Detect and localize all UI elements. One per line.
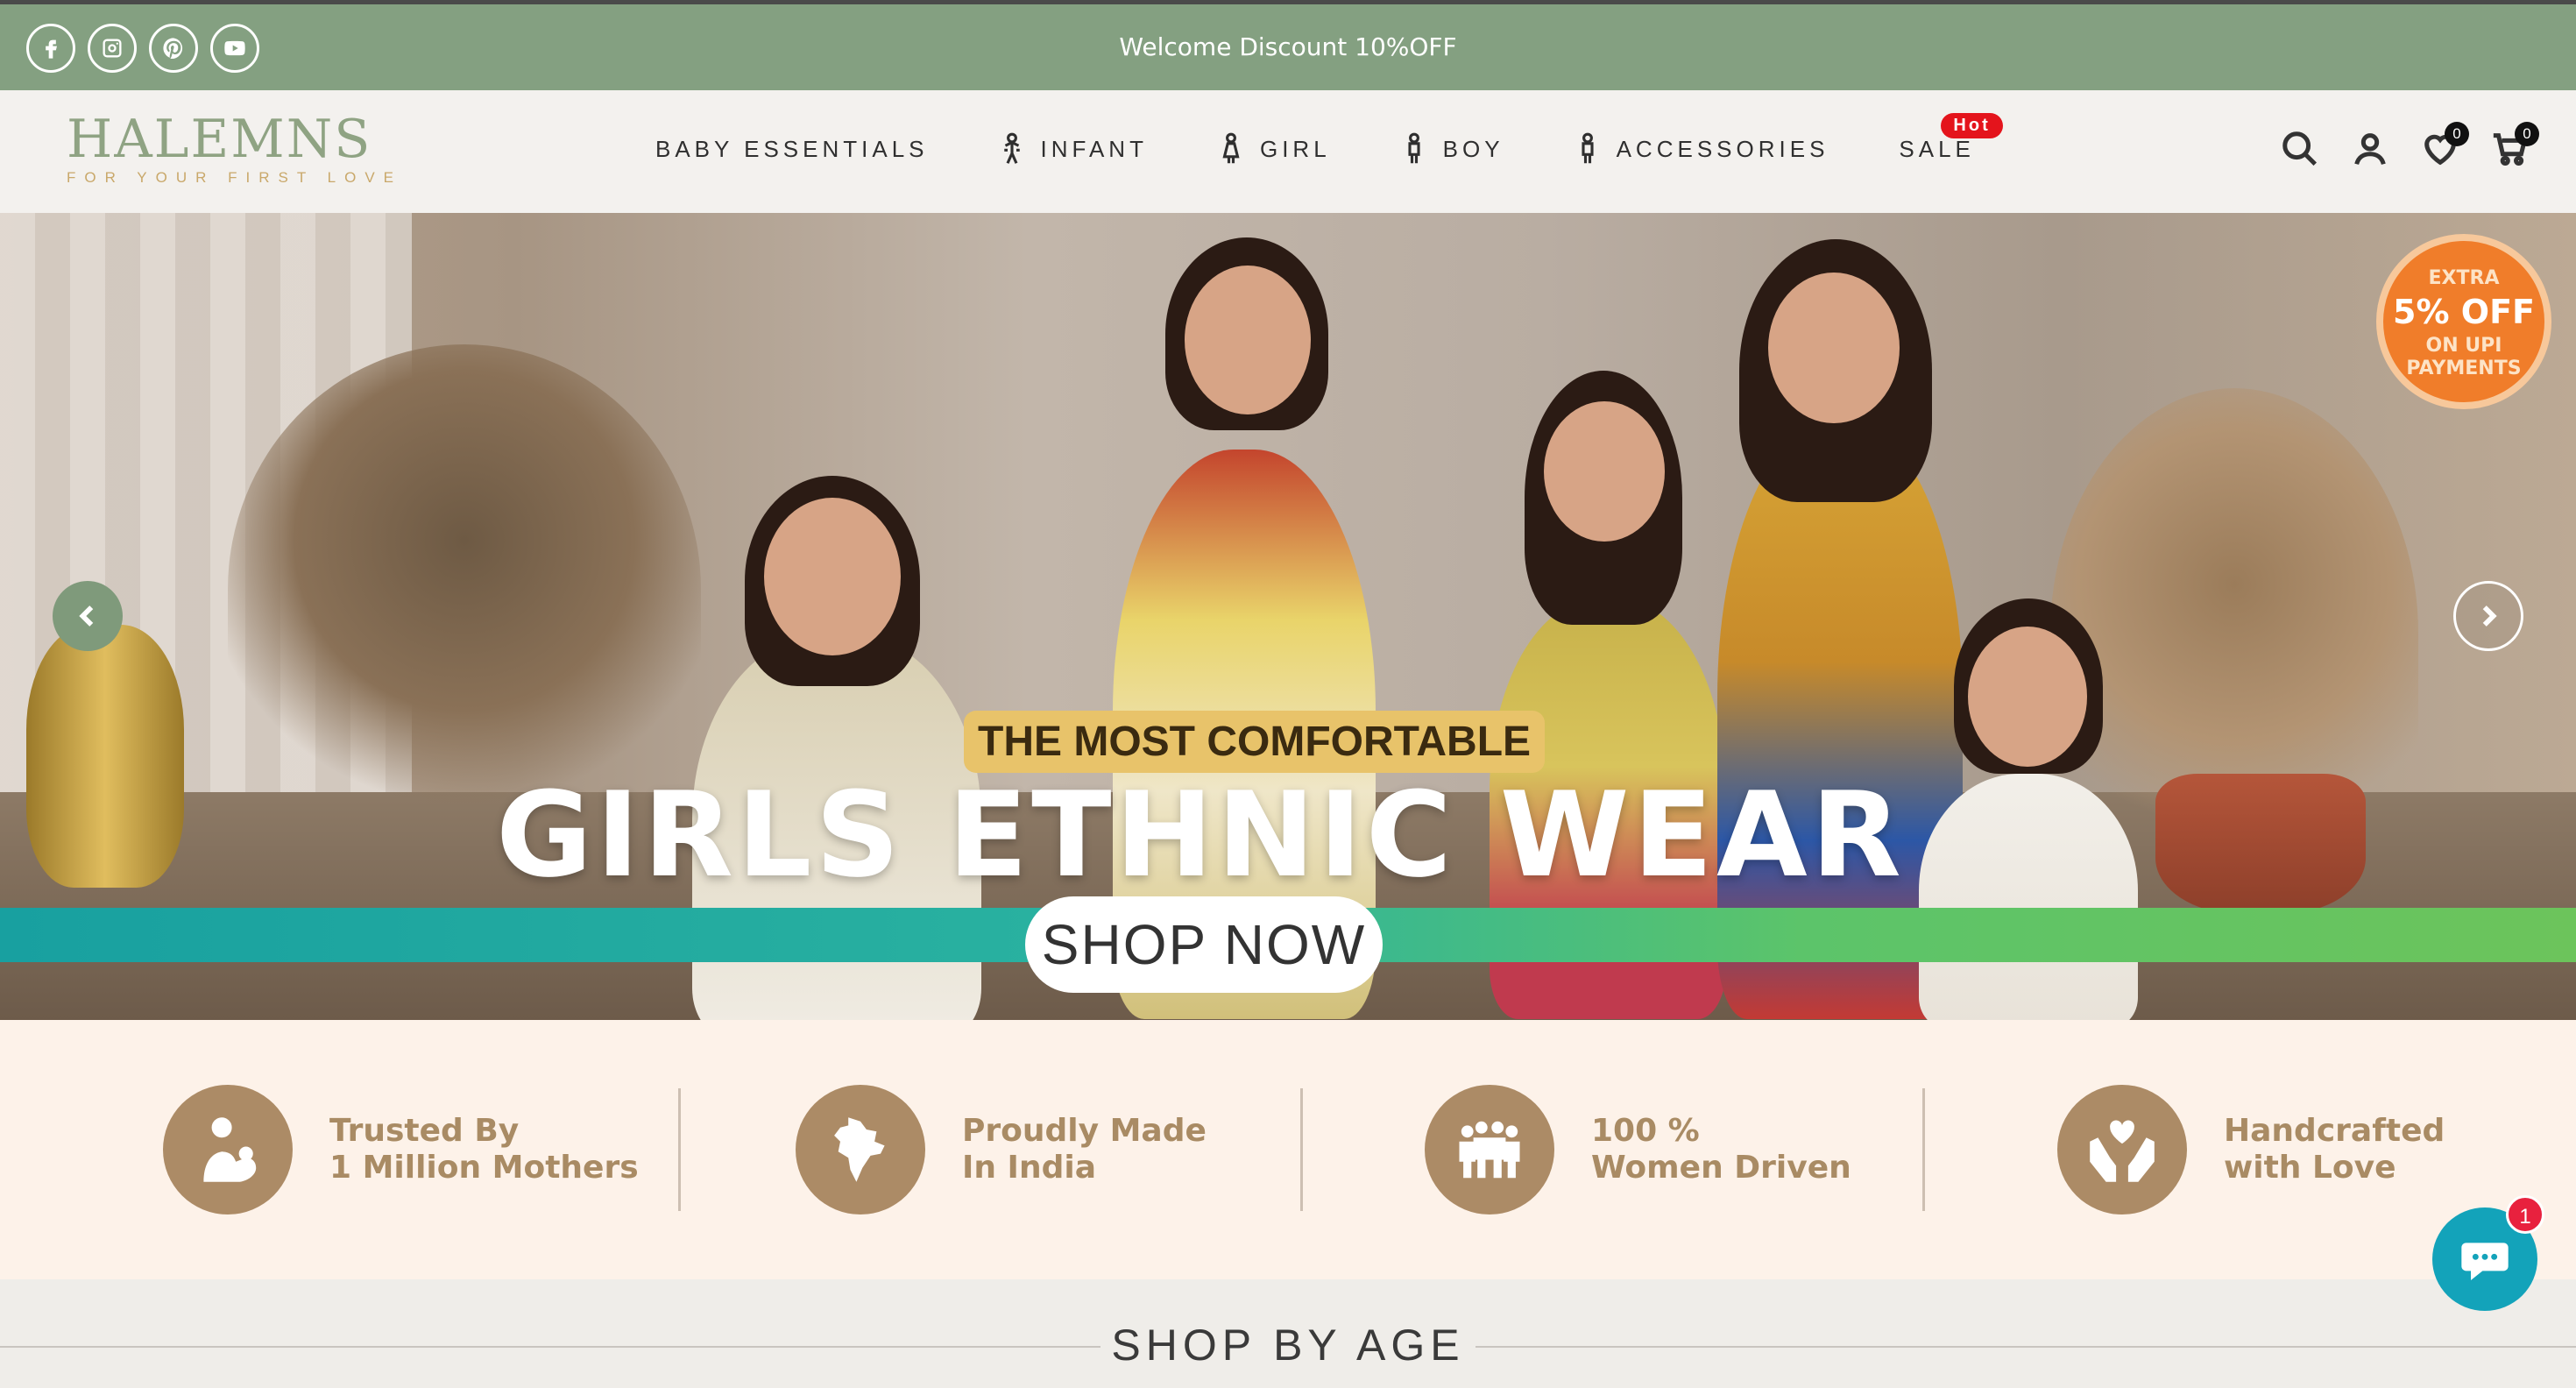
girl-icon: [1222, 132, 1240, 164]
women-group-icon: [1425, 1085, 1554, 1214]
hero-headline: GIRLS ETHNIC WEAR: [0, 767, 2401, 903]
feature-divider: [1300, 1088, 1303, 1211]
announcement-text: Welcome Discount 10%OFF: [1119, 32, 1457, 61]
feature-line2: 1 Million Mothers: [329, 1150, 639, 1186]
feature-item: 100 % Women Driven: [1425, 1085, 1851, 1214]
site-header: HALEMNS FOR YOUR FIRST LOVE BABY ESSENTI…: [0, 90, 2576, 213]
offer-line3: ON UPI: [2425, 335, 2502, 357]
hero-banner: THE MOST COMFORTABLE GIRLS ETHNIC WEAR S…: [0, 213, 2576, 1020]
announcement-bar: Welcome Discount 10%OFF: [0, 0, 2576, 90]
child-face: [1185, 266, 1311, 414]
hot-badge: Hot: [1941, 112, 2003, 138]
logo-tagline: FOR YOUR FIRST LOVE: [67, 169, 403, 186]
trust-features: Trusted By 1 Million Mothers Proudly Mad…: [0, 1020, 2576, 1279]
nav-label: INFANT: [1040, 135, 1148, 162]
nav-girl[interactable]: GIRL: [1218, 132, 1331, 166]
india-map-icon: [796, 1085, 925, 1214]
nav-baby-essentials[interactable]: BABY ESSENTIALS: [655, 136, 929, 163]
nav-label: GIRL: [1259, 135, 1331, 162]
infant-icon: [1003, 132, 1020, 164]
shop-now-button[interactable]: SHOP NOW: [1025, 896, 1383, 993]
feature-line2: with Love: [2224, 1150, 2396, 1186]
feature-text: Proudly Made In India: [962, 1113, 1207, 1186]
nav-label: BABY ESSENTIALS: [655, 135, 929, 162]
feature-item: Handcrafted with Love: [2057, 1085, 2445, 1214]
chevron-left-icon: [79, 605, 94, 627]
cart-icon[interactable]: 0: [2490, 122, 2539, 169]
nav-label: ACCESSORIES: [1616, 135, 1829, 162]
offer-line1: EXTRA: [2428, 267, 2500, 289]
logo[interactable]: HALEMNS FOR YOUR FIRST LOVE: [67, 113, 402, 187]
feature-item: Proudly Made In India: [796, 1085, 1207, 1214]
feature-text: Trusted By 1 Million Mothers: [329, 1113, 639, 1186]
feature-line1: Trusted By: [329, 1113, 520, 1149]
shop-by-age-section: SHOP BY AGE: [0, 1279, 2576, 1388]
feature-divider: [1922, 1088, 1925, 1211]
carousel-prev-button[interactable]: [53, 581, 123, 651]
child-face: [764, 498, 901, 655]
feature-item: Trusted By 1 Million Mothers: [163, 1085, 639, 1214]
feature-text: 100 % Women Driven: [1591, 1113, 1851, 1186]
child-face: [1768, 273, 1900, 423]
boy-icon: [1408, 132, 1420, 164]
mother-child-icon: [163, 1085, 293, 1214]
child-face: [1968, 627, 2087, 767]
feature-divider: [678, 1088, 681, 1211]
offer-line4: PAYMENTS: [2406, 358, 2522, 379]
carousel-next-button[interactable]: [2453, 581, 2523, 651]
pampas-plant-left: [228, 344, 701, 835]
feature-line1: Proudly Made: [962, 1113, 1207, 1149]
wishlist-icon[interactable]: 0: [2420, 122, 2469, 169]
feature-line2: Women Driven: [1591, 1150, 1851, 1186]
nav-sale[interactable]: Hot SALE: [1899, 112, 2003, 163]
chat-icon: [2461, 1243, 2509, 1280]
search-icon[interactable]: [2280, 129, 2320, 169]
chevron-right-icon: [2482, 605, 2497, 627]
child-face: [1544, 401, 1665, 542]
cart-count: 0: [2515, 122, 2539, 146]
logo-wordmark: HALEMNS: [67, 109, 372, 170]
wishlist-count: 0: [2445, 122, 2469, 146]
chat-widget-button[interactable]: 1: [2432, 1195, 2544, 1311]
nav-label: BOY: [1442, 135, 1504, 162]
upi-offer-badge: EXTRA 5% OFF ON UPI PAYMENTS: [2376, 234, 2551, 409]
account-icon[interactable]: [2350, 129, 2390, 169]
feature-line2: In India: [962, 1150, 1096, 1186]
hero-headline-text: GIRLS ETHNIC WEAR: [496, 767, 1905, 903]
feature-line1: Handcrafted: [2224, 1113, 2445, 1149]
accessories-icon: [1582, 132, 1594, 164]
main-nav: BABY ESSENTIALS INFANT GIRL BOY ACCESSOR…: [655, 112, 2045, 166]
section-title: SHOP BY AGE: [1111, 1321, 1465, 1370]
nav-label: SALE: [1899, 135, 1975, 162]
feature-text: Handcrafted with Love: [2224, 1113, 2445, 1186]
offer-line2: 5% OFF: [2393, 293, 2535, 331]
nav-infant[interactable]: INFANT: [999, 132, 1148, 166]
nav-accessories[interactable]: ACCESSORIES: [1575, 132, 1829, 166]
hands-heart-icon: [2057, 1085, 2187, 1214]
feature-line1: 100 %: [1591, 1113, 1700, 1149]
nav-boy[interactable]: BOY: [1401, 132, 1504, 166]
chat-unread-badge: 1: [2506, 1195, 2544, 1234]
hero-tag: THE MOST COMFORTABLE: [964, 711, 1546, 773]
header-actions: 0 0: [2280, 122, 2539, 169]
